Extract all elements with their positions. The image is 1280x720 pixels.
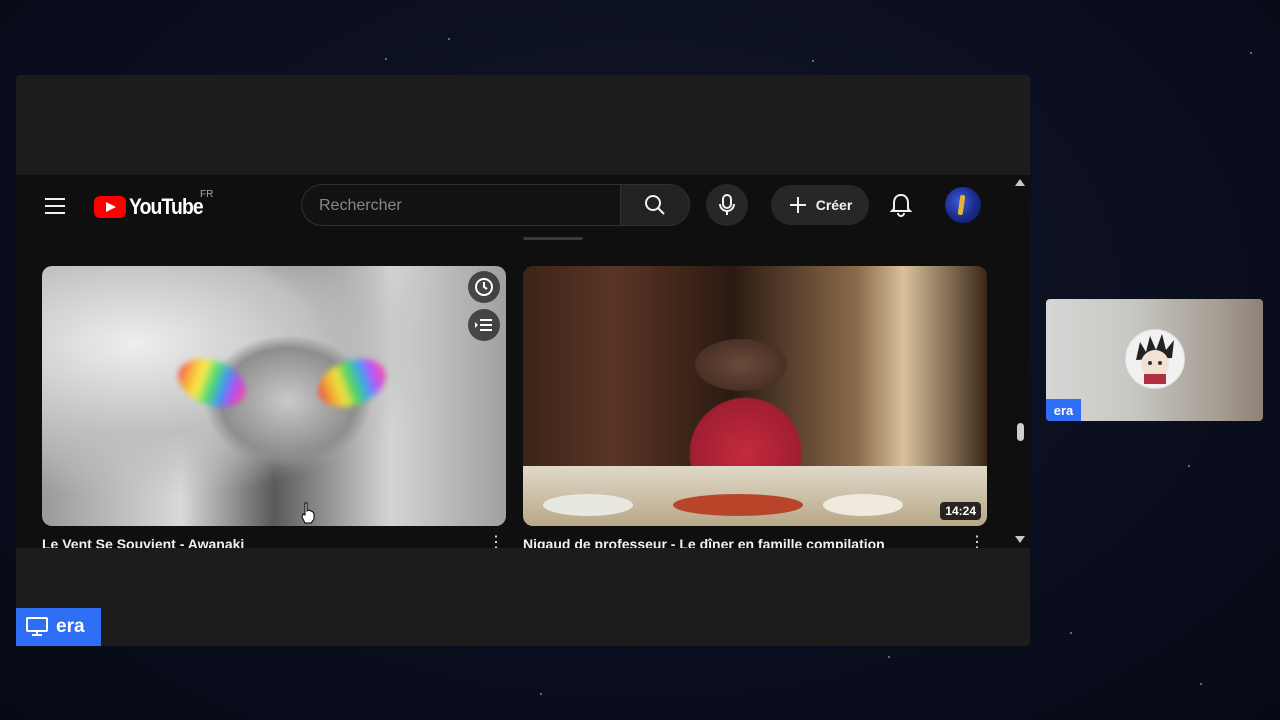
video-card[interactable]: Le Vent Se Souvient - Awanaki ⋮ — [42, 266, 506, 548]
create-button[interactable]: Créer — [771, 185, 869, 225]
youtube-window: YouTube FR Créer — [16, 175, 1030, 548]
scroll-down-arrow[interactable] — [1015, 536, 1025, 543]
star — [448, 38, 450, 40]
youtube-logo[interactable]: YouTube — [94, 194, 213, 220]
screen-bottom-area — [16, 548, 1030, 646]
presenter-name: era — [56, 616, 85, 637]
star — [888, 656, 890, 658]
more-options-icon[interactable]: ⋮ — [488, 535, 504, 549]
participant-name: era — [1046, 399, 1081, 421]
participant-avatar — [1125, 329, 1185, 389]
star — [1070, 632, 1072, 634]
add-to-queue-icon[interactable] — [468, 309, 500, 341]
create-label: Créer — [815, 197, 853, 213]
video-title[interactable]: Nigaud de professeur - Le dîner en famil… — [523, 536, 953, 548]
participant-tile[interactable]: era — [1046, 299, 1263, 421]
search-input[interactable] — [302, 185, 611, 227]
video-title[interactable]: Le Vent Se Souvient - Awanaki — [42, 536, 472, 548]
more-options-icon[interactable]: ⋮ — [969, 535, 985, 549]
video-card[interactable]: 14:24 Nigaud de professeur - Le dîner en… — [523, 266, 987, 548]
food-plate — [823, 494, 903, 516]
face-paint — [311, 350, 393, 416]
microphone-icon — [719, 194, 735, 215]
logo-text: YouTube — [129, 194, 204, 219]
scrollbar-thumb[interactable] — [1017, 423, 1024, 441]
screen-top-area — [16, 75, 1030, 175]
voice-search-button[interactable] — [706, 184, 748, 226]
screen-share-label: era — [16, 608, 101, 646]
bell-icon — [890, 193, 912, 217]
star — [540, 693, 542, 695]
plus-icon — [789, 197, 806, 213]
star — [1188, 465, 1190, 467]
video-duration: 14:24 — [940, 502, 981, 520]
notifications-button[interactable] — [886, 190, 916, 220]
shared-screen: YouTube FR Créer — [16, 75, 1030, 646]
scroll-up-arrow[interactable] — [1015, 179, 1025, 186]
food-plate — [673, 494, 803, 516]
star — [1250, 52, 1252, 54]
menu-icon[interactable] — [42, 193, 68, 219]
country-code: FR — [200, 189, 214, 200]
search-icon — [645, 195, 665, 215]
monitor-icon — [26, 617, 48, 636]
video-thumbnail[interactable]: 14:24 — [523, 266, 987, 526]
search-box — [301, 184, 621, 227]
youtube-play-icon — [94, 196, 126, 218]
hand-cursor-icon — [301, 502, 315, 524]
anime-avatar-icon — [1136, 334, 1174, 384]
star — [812, 60, 814, 62]
watch-later-icon[interactable] — [468, 271, 500, 303]
food-plate — [543, 494, 633, 516]
account-avatar[interactable] — [945, 187, 981, 223]
star — [385, 58, 387, 60]
search-button[interactable] — [620, 184, 690, 226]
face-paint — [171, 350, 253, 416]
star — [1200, 683, 1202, 685]
video-thumbnail[interactable] — [42, 266, 506, 526]
chips-divider — [523, 237, 583, 240]
